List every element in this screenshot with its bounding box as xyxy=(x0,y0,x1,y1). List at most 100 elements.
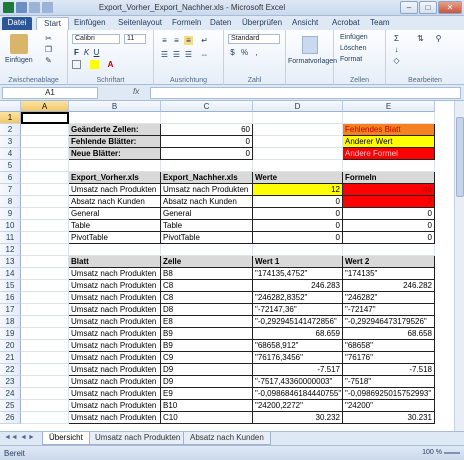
detail-value-1[interactable]: "-72147,36" xyxy=(253,304,343,316)
row-header[interactable]: 19 xyxy=(0,328,21,340)
row-header[interactable]: 4 xyxy=(0,148,21,160)
currency-icon[interactable]: $ xyxy=(228,48,237,57)
table-header[interactable]: Wert 1 xyxy=(253,256,343,268)
row-header[interactable]: 20 xyxy=(0,340,21,352)
row-header[interactable]: 2 xyxy=(0,124,21,136)
detail-cell-ref[interactable]: B10 xyxy=(161,400,253,412)
empty-cell[interactable] xyxy=(253,160,343,172)
values-count[interactable]: 0 xyxy=(253,208,343,220)
detail-sheet[interactable]: Umsatz nach Produkten xyxy=(69,400,161,412)
empty-cell[interactable] xyxy=(343,112,435,124)
font-color-icon[interactable]: A xyxy=(106,60,115,69)
column-header[interactable]: C xyxy=(161,101,253,112)
sheet-name[interactable]: Absatz nach Kunden xyxy=(161,196,253,208)
align-center-icon[interactable]: ☰ xyxy=(172,50,181,59)
empty-cell[interactable] xyxy=(21,292,69,304)
formulas-count[interactable]: 0 xyxy=(343,208,435,220)
row-header[interactable]: 10 xyxy=(0,220,21,232)
empty-cell[interactable] xyxy=(253,112,343,124)
empty-cell[interactable] xyxy=(253,136,343,148)
empty-cell[interactable] xyxy=(343,244,435,256)
legend-different-value[interactable]: Anderer Wert xyxy=(343,136,435,148)
summary-value[interactable]: 60 xyxy=(161,124,253,136)
detail-cell-ref[interactable]: C9 xyxy=(161,352,253,364)
empty-cell[interactable] xyxy=(69,112,161,124)
detail-cell-ref[interactable]: E8 xyxy=(161,316,253,328)
detail-value-1[interactable]: "-0,292945141472856" xyxy=(253,316,343,328)
sheet-tab-umsatz[interactable]: Umsatz nach Produkten xyxy=(88,432,188,445)
empty-cell[interactable] xyxy=(21,400,69,412)
percent-icon[interactable]: % xyxy=(240,48,249,57)
row-header[interactable]: 24 xyxy=(0,388,21,400)
row-header[interactable]: 8 xyxy=(0,196,21,208)
row-header[interactable]: 23 xyxy=(0,376,21,388)
cut-icon[interactable]: ✂ xyxy=(44,34,53,43)
paste-icon[interactable] xyxy=(10,34,28,54)
align-middle-icon[interactable]: ≡ xyxy=(172,36,181,45)
detail-sheet[interactable]: Umsatz nach Produkten xyxy=(69,304,161,316)
vertical-scrollbar[interactable] xyxy=(454,101,464,431)
format-cells-button[interactable]: Format xyxy=(340,56,362,63)
prev-sheet-icon[interactable]: ◄ xyxy=(20,434,27,441)
empty-cell[interactable] xyxy=(69,160,161,172)
summary-label[interactable]: Fehlende Blätter: xyxy=(69,136,161,148)
tab-team[interactable]: Team xyxy=(368,17,392,30)
find-icon[interactable]: ⚲ xyxy=(434,34,443,43)
clear-icon[interactable]: ◇ xyxy=(392,56,401,65)
row-header[interactable]: 22 xyxy=(0,364,21,376)
empty-cell[interactable] xyxy=(21,388,69,400)
legend-different-formula[interactable]: Andere Formel xyxy=(343,148,435,160)
empty-cell[interactable] xyxy=(21,316,69,328)
close-button[interactable]: ✕ xyxy=(438,1,462,14)
empty-cell[interactable] xyxy=(21,280,69,292)
formulas-count[interactable]: 0 xyxy=(343,220,435,232)
detail-value-2[interactable]: "174135" xyxy=(343,268,435,280)
fill-icon[interactable]: ↓ xyxy=(392,45,401,54)
tab-ueberpruefen[interactable]: Überprüfen xyxy=(240,17,284,30)
empty-cell[interactable] xyxy=(69,244,161,256)
insert-cells-button[interactable]: Einfügen xyxy=(340,34,368,41)
detail-value-1[interactable]: "76176,3456" xyxy=(253,352,343,364)
detail-value-1[interactable]: -7.517 xyxy=(253,364,343,376)
tab-einfuegen[interactable]: Einfügen xyxy=(72,17,108,30)
detail-value-1[interactable]: 68.659 xyxy=(253,328,343,340)
row-header[interactable]: 25 xyxy=(0,400,21,412)
maximize-button[interactable]: □ xyxy=(419,1,437,14)
detail-cell-ref[interactable]: B9 xyxy=(161,328,253,340)
formula-input[interactable] xyxy=(150,87,461,99)
font-name-select[interactable]: Calibri xyxy=(72,34,120,44)
empty-cell[interactable] xyxy=(21,160,69,172)
detail-sheet[interactable]: Umsatz nach Produkten xyxy=(69,364,161,376)
empty-cell[interactable] xyxy=(253,124,343,136)
detail-cell-ref[interactable]: B8 xyxy=(161,268,253,280)
detail-cell-ref[interactable]: B9 xyxy=(161,340,253,352)
empty-cell[interactable] xyxy=(161,112,253,124)
values-count[interactable]: 0 xyxy=(253,220,343,232)
tab-daten[interactable]: Daten xyxy=(208,17,233,30)
empty-cell[interactable] xyxy=(21,232,69,244)
empty-cell[interactable] xyxy=(21,184,69,196)
row-header[interactable]: 18 xyxy=(0,316,21,328)
formulas-count[interactable]: 2 xyxy=(343,196,435,208)
empty-cell[interactable] xyxy=(21,256,69,268)
fill-color-icon[interactable] xyxy=(90,60,99,69)
detail-cell-ref[interactable]: C8 xyxy=(161,280,253,292)
detail-value-1[interactable]: "246282,8352" xyxy=(253,292,343,304)
copy-icon[interactable]: ❐ xyxy=(44,45,53,54)
empty-cell[interactable] xyxy=(21,124,69,136)
empty-cell[interactable] xyxy=(253,244,343,256)
scroll-thumb[interactable] xyxy=(456,117,464,197)
detail-cell-ref[interactable]: C10 xyxy=(161,412,253,424)
empty-cell[interactable] xyxy=(21,268,69,280)
borders-icon[interactable] xyxy=(72,60,81,69)
align-bottom-icon[interactable]: ≡ xyxy=(184,36,193,45)
tab-seitenlayout[interactable]: Seitenlayout xyxy=(116,17,164,30)
italic-button[interactable]: K xyxy=(82,48,91,57)
sheet-name[interactable]: Table xyxy=(161,220,253,232)
detail-value-2[interactable]: -7.518 xyxy=(343,364,435,376)
sheet-name[interactable]: General xyxy=(69,208,161,220)
delete-cells-button[interactable]: Löschen xyxy=(340,45,366,52)
detail-value-1[interactable]: "-7517,43360000003" xyxy=(253,376,343,388)
empty-cell[interactable] xyxy=(21,172,69,184)
detail-cell-ref[interactable]: D8 xyxy=(161,304,253,316)
